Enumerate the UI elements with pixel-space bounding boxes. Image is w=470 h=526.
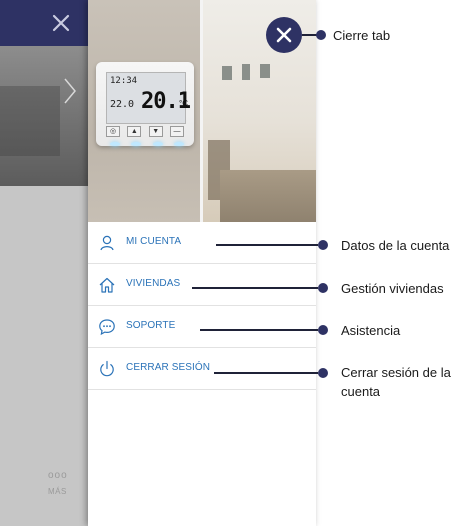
thermostat-buttons: ◎ ▲ ▼ — [106,126,184,137]
annotation-line-account [216,244,318,246]
annotation-dot-close-tab [316,30,326,40]
background-header [0,0,88,46]
more-dots-icon: ooo [48,470,68,481]
user-icon [98,234,116,252]
thermostat-up-icon: ▲ [127,126,142,137]
background-content [0,186,88,526]
hero-divider [200,0,203,222]
menu-item-viviendas[interactable]: VIVIENDAS [88,264,316,306]
hero-sofa [220,170,316,222]
annotation-homes: Gestión viviendas [341,281,444,296]
home-icon [98,276,116,294]
menu-item-label: MI CUENTA [126,236,182,247]
menu-item-label: VIVIENDAS [126,278,181,289]
background-close-icon [48,10,74,36]
annotation-account: Datos de la cuenta [341,238,450,253]
annotation-dot-homes [318,283,328,293]
annotation-line-support [200,329,318,331]
thermostat-image: 12:34 22.0 20.1 °C ◎ ▲ ▼ — [96,62,194,146]
thermostat-glow [110,142,184,150]
thermostat-down-icon: ▼ [148,126,163,137]
close-icon [276,27,292,43]
thermostat-mode-icon: ◎ [106,126,120,137]
power-icon [98,360,116,378]
close-tab-button[interactable] [266,17,302,53]
menu-item-cerrar-sesion[interactable]: CERRAR SESIÓN [88,348,316,390]
menu-item-mi-cuenta[interactable]: MI CUENTA [88,222,316,264]
background-app: ooo MÁS [0,0,88,526]
annotation-dot-logout [318,368,328,378]
thermostat-time: 12:34 [110,76,138,86]
chat-support-icon [98,318,116,336]
annotation-line-homes [192,287,318,289]
thermostat-menu-icon: — [169,126,184,137]
menu-item-soporte[interactable]: SOPORTE [88,306,316,348]
more-label: MÁS [48,487,67,496]
annotation-support: Asistencia [341,323,401,338]
menu-item-label: SOPORTE [126,320,176,331]
background-photo [0,46,88,186]
menu-item-label: CERRAR SESIÓN [126,362,211,373]
annotation-logout-line2: cuenta [341,384,381,399]
side-drawer: 12:34 22.0 20.1 °C ◎ ▲ ▼ — MI CUENTA VIV… [88,0,316,526]
annotation-close-tab: Cierre tab [333,28,391,43]
drawer-menu: MI CUENTA VIVIENDAS SOPORTE CERRAR SESIÓ… [88,222,316,390]
annotation-dot-support [318,325,328,335]
thermostat-set-temp: 22.0 [110,99,135,110]
annotation-logout-line1: Cerrar sesión de la [341,365,451,380]
thermostat-screen: 12:34 22.0 20.1 °C [106,72,191,124]
annotation-line-logout [214,372,318,374]
thermostat-unit: °C [179,99,188,108]
chevron-right-icon [62,76,78,106]
annotation-dot-account [318,240,328,250]
